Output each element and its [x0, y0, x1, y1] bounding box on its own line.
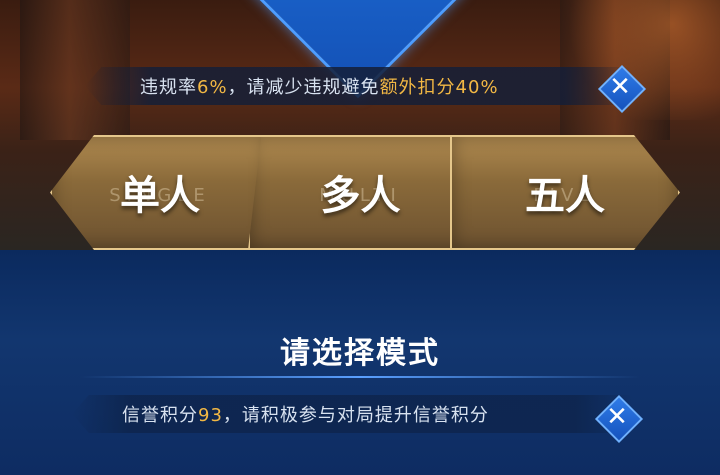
violation-prefix: 违规率 — [140, 77, 197, 98]
violation-notice-banner: 违规率6%，请减少违规避免额外扣分40% — [85, 67, 630, 105]
close-credit-notice-button[interactable]: ✕ — [594, 394, 644, 444]
credit-prefix: 信誉积分 — [122, 405, 198, 426]
credit-score-value: 93 — [198, 405, 223, 426]
violation-penalty: 额外扣分40% — [379, 77, 499, 98]
mode-selector: SINGLE 单人 MULTI 多人 FIVE 五人 — [0, 135, 720, 250]
violation-rate: 6% — [197, 77, 228, 98]
close-icon: ✕ — [609, 72, 631, 102]
mode-single-button[interactable]: SINGLE 单人 — [50, 135, 270, 250]
mode-multi-button[interactable]: MULTI 多人 — [248, 135, 473, 250]
credit-score-banner: 信誉积分93，请积极参与对局提升信誉积分 — [72, 395, 632, 433]
mode-label: 多人 — [320, 173, 401, 219]
violation-middle: ，请减少违规避免 — [227, 77, 380, 98]
close-icon: ✕ — [606, 402, 628, 432]
mode-label: 单人 — [120, 173, 200, 219]
violation-notice-text: 违规率6%，请减少违规避免额外扣分40% — [140, 73, 499, 99]
title-divider — [80, 376, 640, 378]
page-title: 请选择模式 — [280, 336, 440, 371]
close-violation-notice-button[interactable]: ✕ — [597, 64, 647, 114]
mode-label: 五人 — [525, 173, 605, 219]
credit-score-text: 信誉积分93，请积极参与对局提升信誉积分 — [122, 401, 489, 427]
mode-five-button[interactable]: FIVE 五人 — [450, 135, 680, 250]
credit-suffix: ，请积极参与对局提升信誉积分 — [222, 405, 489, 426]
